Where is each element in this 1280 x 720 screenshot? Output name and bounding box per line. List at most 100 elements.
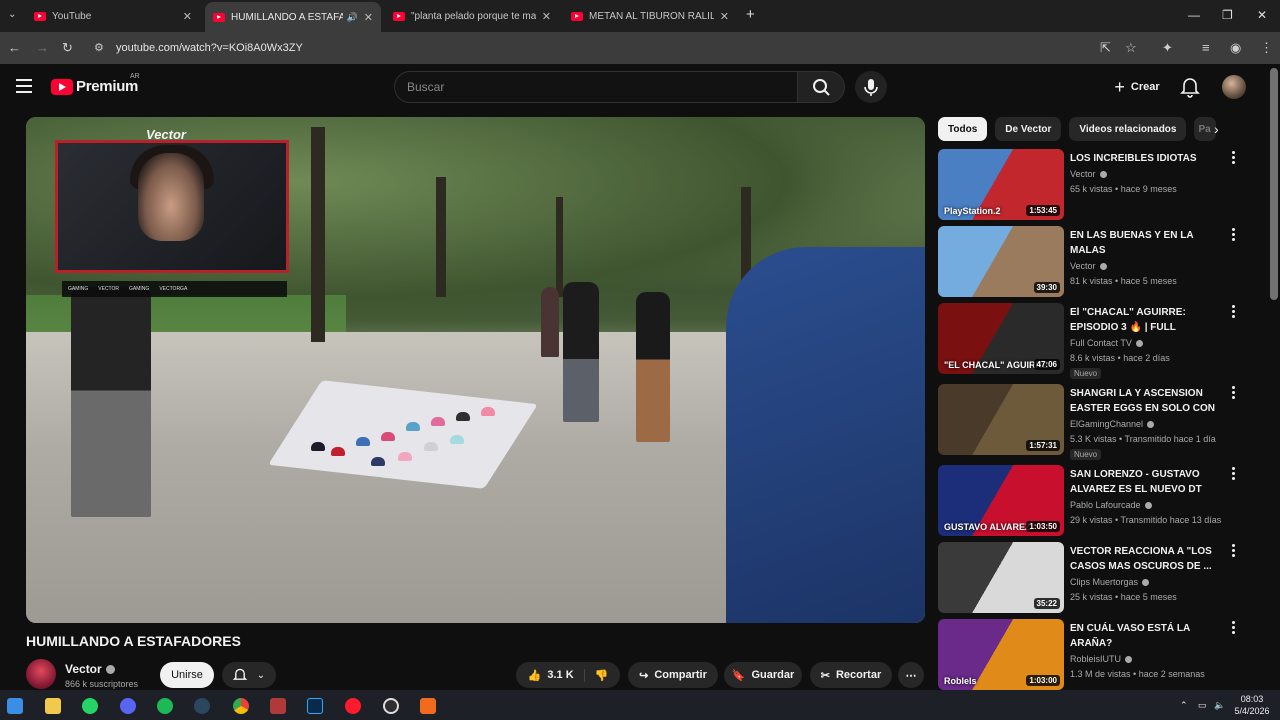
save-button[interactable]: 🔖 Guardar — [724, 662, 802, 688]
like-button[interactable]: 👍 3.1 K — [528, 668, 585, 682]
share-button[interactable]: ↪ Compartir — [628, 662, 718, 688]
more-actions-button[interactable]: ⋯ — [898, 662, 924, 688]
chrome-icon[interactable] — [233, 698, 249, 714]
more-options-icon[interactable] — [1230, 621, 1236, 634]
more-options-icon[interactable] — [1230, 467, 1236, 480]
close-tab-icon[interactable]: ✕ — [183, 10, 192, 23]
recommendation-channel[interactable]: ElGamingChannel — [1070, 419, 1155, 429]
recommendation-item[interactable]: 1:57:31 SHANGRI LA Y ASCENSION EASTER EGG… — [938, 384, 1258, 460]
chip-de-vector[interactable]: De Vector — [995, 117, 1062, 141]
browser-tab[interactable]: METAN AL TIBURON RALIL - Yo ✕ — [563, 4, 737, 28]
more-options-icon[interactable] — [1230, 228, 1236, 241]
browser-tab[interactable]: "planta pelado porque te mato ✕ — [385, 4, 559, 28]
close-tab-icon[interactable]: ✕ — [720, 10, 729, 23]
reload-icon[interactable]: ↻ — [62, 40, 73, 56]
close-tab-icon[interactable]: ✕ — [364, 11, 373, 24]
video-thumbnail[interactable]: Roblels 1:03:00 — [938, 619, 1064, 690]
create-button[interactable]: + Crear — [1104, 71, 1170, 103]
recommendation-title[interactable]: EN CUÁL VASO ESTÁ LA ARAÑA? — [1070, 621, 1220, 651]
address-bar[interactable]: ⚙ youtube.com/watch?v=KOi8A0Wx3ZY — [86, 36, 1086, 60]
minimize-icon[interactable]: — — [1188, 8, 1200, 22]
chip-todos[interactable]: Todos — [938, 117, 988, 141]
cast-icon[interactable]: ⇱ — [1100, 40, 1111, 56]
browser-tab[interactable]: YouTube ✕ — [26, 4, 200, 28]
obs-icon[interactable] — [383, 698, 399, 714]
notifications-bell-icon[interactable] — [1180, 76, 1200, 98]
app-icon[interactable] — [420, 698, 436, 714]
hamburger-menu-icon[interactable] — [16, 79, 32, 93]
clip-button[interactable]: ✂ Recortar — [810, 662, 892, 688]
chip-videos-relacionados[interactable]: Videos relacionados — [1069, 117, 1187, 141]
user-avatar[interactable] — [1222, 75, 1246, 99]
site-info-icon[interactable]: ⚙ — [94, 41, 108, 55]
video-thumbnail[interactable]: 35:22 — [938, 542, 1064, 613]
recommendation-item[interactable]: 35:22 VECTOR REACCIONA A "LOS CASOS MAS O… — [938, 542, 1258, 614]
more-options-icon[interactable] — [1230, 386, 1236, 399]
bookmark-star-icon[interactable]: ☆ — [1125, 40, 1137, 56]
recommendation-title[interactable]: LOS INCREIBLES IDIOTAS — [1070, 151, 1220, 166]
spotify-icon[interactable] — [157, 698, 173, 714]
extensions-icon[interactable]: ✦ — [1162, 40, 1173, 56]
recommendation-channel[interactable]: Clips Muertorgas — [1070, 577, 1150, 587]
recommendation-item[interactable]: GUSTAVO ALVAREZ 1:03:50 SAN LORENZO - GUST… — [938, 465, 1258, 537]
game-app-icon[interactable] — [270, 698, 286, 714]
discord-icon[interactable] — [120, 698, 136, 714]
tab-list-icon[interactable]: ⌄ — [8, 9, 16, 20]
video-thumbnail[interactable]: "EL CHACAL" AGUIRRE 47:06 — [938, 303, 1064, 374]
audio-playing-icon[interactable]: 🔊 — [347, 12, 358, 23]
video-thumbnail[interactable]: 39:30 — [938, 226, 1064, 297]
windows-start-icon[interactable] — [7, 698, 23, 714]
back-icon[interactable]: ← — [8, 40, 21, 55]
volume-icon[interactable]: 🔈 — [1214, 699, 1225, 711]
recommendation-title[interactable]: SHANGRI LA Y ASCENSION EASTER EGGS EN SO… — [1070, 386, 1220, 416]
system-clock[interactable]: 08:03 5/4/2026 — [1230, 693, 1274, 717]
subscription-bell-button[interactable]: ⌄ — [222, 662, 276, 688]
more-options-icon[interactable] — [1230, 305, 1236, 318]
voice-search-button[interactable] — [855, 71, 887, 103]
recommendation-title[interactable]: EN LAS BUENAS Y EN LA MALAS — [1070, 228, 1220, 258]
maximize-icon[interactable]: ❐ — [1222, 8, 1233, 22]
close-window-icon[interactable]: ✕ — [1257, 8, 1267, 22]
more-options-icon[interactable] — [1230, 544, 1236, 557]
youtube-premium-logo[interactable]: Premium AR — [51, 73, 140, 95]
video-thumbnail[interactable]: GUSTAVO ALVAREZ 1:03:50 — [938, 465, 1064, 536]
video-thumbnail[interactable]: 1:57:31 — [938, 384, 1064, 455]
recommendation-item[interactable]: 39:30 EN LAS BUENAS Y EN LA MALAS Vector 81… — [938, 226, 1258, 298]
recommendation-title[interactable]: El "CHACAL" AGUIRRE: EPISODIO 3 🔥 | FULL… — [1070, 305, 1220, 335]
close-tab-icon[interactable]: ✕ — [542, 10, 551, 23]
recommendation-channel[interactable]: RobleisIUTU — [1070, 654, 1133, 664]
search-input[interactable]: Buscar — [394, 71, 798, 103]
tray-chevron-icon[interactable]: ⌃ — [1180, 699, 1188, 711]
profile-icon[interactable]: ◉ — [1230, 40, 1241, 56]
recommendation-channel[interactable]: Full Contact TV — [1070, 338, 1143, 348]
recommendation-item[interactable]: Roblels 1:03:00 EN CUÁL VASO ESTÁ LA ARAÑA… — [938, 619, 1258, 691]
forward-icon[interactable]: → — [36, 40, 49, 55]
channel-avatar[interactable] — [26, 659, 56, 689]
new-tab-icon[interactable]: + — [746, 6, 755, 23]
recommendation-channel[interactable]: Vector — [1070, 261, 1107, 271]
video-player[interactable]: Vector GAMING VECTOR GAMING VECTORGA — [26, 117, 925, 623]
browser-tab-active[interactable]: HUMILLANDO A ESTAFADO 🔊 ✕ — [205, 2, 381, 32]
thumbs-down-icon[interactable]: 👎 — [591, 669, 609, 682]
search-button[interactable] — [797, 71, 845, 103]
chips-next-icon[interactable]: › — [1214, 121, 1219, 137]
recommendation-channel[interactable]: Vector — [1070, 169, 1107, 179]
steam-icon[interactable] — [194, 698, 210, 714]
file-explorer-icon[interactable] — [45, 698, 61, 714]
recommendation-channel[interactable]: Pablo Lafourcade — [1070, 500, 1152, 510]
browser-menu-icon[interactable]: ⋮ — [1260, 40, 1273, 56]
recommendation-item[interactable]: PlayStation.2 1:53:45 LOS INCREIBLES IDIOT… — [938, 149, 1258, 221]
recommendation-title[interactable]: SAN LORENZO - GUSTAVO ALVAREZ ES EL NUEV… — [1070, 467, 1220, 497]
more-options-icon[interactable] — [1230, 151, 1236, 164]
scrollbar[interactable] — [1270, 68, 1278, 300]
channel-name[interactable]: Vector — [65, 662, 115, 676]
video-thumbnail[interactable]: PlayStation.2 1:53:45 — [938, 149, 1064, 220]
media-controls-icon[interactable]: ≡ — [1202, 40, 1210, 55]
whatsapp-icon[interactable] — [82, 698, 98, 714]
network-icon[interactable]: ▭ — [1198, 699, 1207, 711]
opera-icon[interactable] — [345, 698, 361, 714]
photoshop-icon[interactable] — [307, 698, 323, 714]
recommendation-item[interactable]: "EL CHACAL" AGUIRRE 47:06 El "CHACAL" AGUI… — [938, 303, 1258, 379]
recommendation-title[interactable]: VECTOR REACCIONA A "LOS CASOS MAS OSCURO… — [1070, 544, 1220, 574]
join-button[interactable]: Unirse — [160, 662, 214, 688]
